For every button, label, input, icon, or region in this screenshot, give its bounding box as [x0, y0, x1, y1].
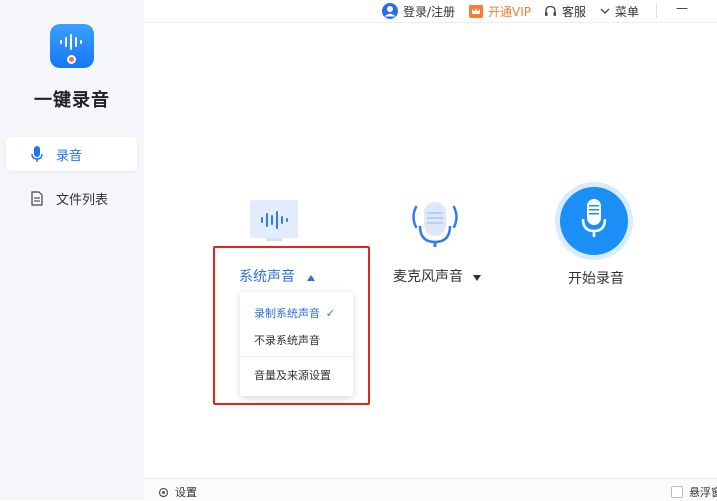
minimize-button[interactable]: — — [676, 1, 688, 15]
bottom-bar: 设置 悬浮窗 — [144, 478, 717, 501]
service-label: 客服 — [562, 4, 587, 19]
customer-service-button[interactable]: 客服 — [544, 3, 586, 20]
app-title: 一键录音 — [34, 90, 110, 111]
floating-window-toggle[interactable]: 悬浮窗 — [671, 484, 717, 500]
vip-label: 开通VIP — [488, 4, 531, 19]
caret-down-icon — [473, 269, 482, 285]
dropdown-item-label: 不录系统声音 — [254, 334, 320, 347]
microphone-icon — [28, 145, 46, 163]
microphone-large-icon — [412, 202, 458, 247]
gear-icon — [158, 487, 169, 498]
microphone-audio-label: 麦克风声音 — [393, 269, 463, 285]
user-avatar-icon — [382, 3, 398, 19]
divider — [656, 4, 657, 18]
crown-icon — [469, 4, 483, 18]
login-label: 登录/注册 — [403, 4, 456, 19]
settings-button[interactable]: 设置 — [158, 484, 197, 500]
vip-button[interactable]: 开通VIP — [469, 3, 531, 20]
start-recording-label: 开始录音 — [568, 271, 624, 287]
checkbox[interactable] — [671, 486, 683, 498]
sidebar-item-label: 文件列表 — [56, 192, 109, 208]
check-icon: ✓ — [325, 306, 335, 320]
soundwave-icon — [60, 34, 82, 50]
monitor-soundwave-icon — [250, 200, 298, 241]
app-logo — [50, 24, 94, 68]
document-icon — [28, 189, 46, 207]
settings-label: 设置 — [175, 486, 197, 499]
headset-icon — [544, 5, 557, 18]
divider — [240, 356, 353, 357]
minimize-icon: — — [676, 1, 688, 15]
chevron-down-icon — [600, 7, 610, 15]
dropdown-item-no-system[interactable]: 不录系统声音 — [254, 329, 345, 351]
record-microphone-icon — [555, 182, 633, 260]
dropdown-item-label: 音量及来源设置 — [254, 369, 331, 382]
record-dot-icon — [67, 55, 76, 64]
dropdown-item-volume-settings[interactable]: 音量及来源设置 — [254, 364, 345, 386]
dropdown-item-label: 录制系统声音 — [254, 307, 320, 320]
sidebar: 一键录音 录音 文件列表 — [0, 0, 144, 500]
login-button[interactable]: 登录/注册 — [382, 3, 455, 20]
dropdown-item-record-system[interactable]: 录制系统声音 ✓ — [254, 302, 345, 324]
system-audio-dropdown: 录制系统声音 ✓ 不录系统声音 音量及来源设置 — [240, 292, 353, 396]
sidebar-item-record[interactable]: 录音 — [6, 137, 137, 171]
floating-window-label: 悬浮窗 — [689, 486, 717, 499]
menu-button[interactable]: 菜单 — [600, 3, 639, 20]
top-bar: 登录/注册 开通VIP 客服 菜单 — — [144, 0, 717, 23]
sidebar-item-file-list[interactable]: 文件列表 — [6, 181, 137, 215]
menu-label: 菜单 — [615, 4, 640, 19]
sidebar-item-label: 录音 — [56, 148, 83, 164]
